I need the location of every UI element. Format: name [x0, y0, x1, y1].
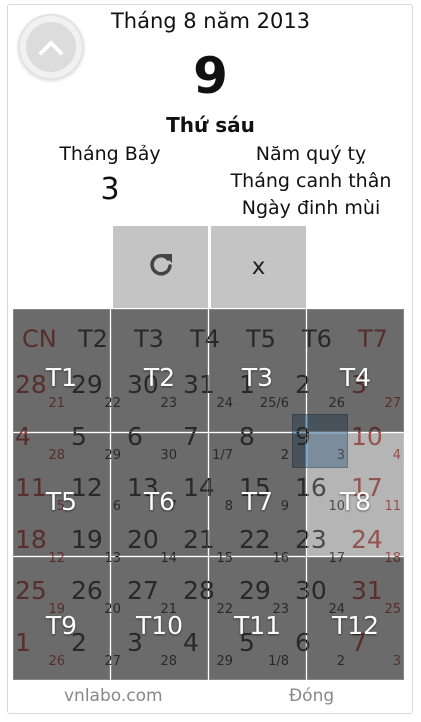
month-title: Tháng 8 năm 2013 — [110, 9, 311, 33]
month-option[interactable]: T1 — [13, 309, 110, 432]
lunar-year-name: Năm quý tỵ — [255, 143, 367, 165]
month-option-label: T10 — [135, 611, 184, 640]
month-option-label: T12 — [331, 611, 380, 640]
month-option-label: T6 — [143, 487, 176, 516]
month-option[interactable]: T7 — [209, 433, 306, 556]
month-option[interactable]: T11 — [209, 557, 306, 680]
month-option[interactable]: T6 — [111, 433, 208, 556]
month-option[interactable]: T12 — [307, 557, 404, 680]
month-option-label: T1 — [45, 363, 78, 392]
month-option-label: T7 — [241, 487, 274, 516]
website-link[interactable]: vnlabo.com — [64, 686, 163, 706]
lunar-month-label: Tháng Bảy — [59, 143, 161, 165]
month-option-label: T9 — [45, 611, 78, 640]
month-option-label: T4 — [339, 363, 372, 392]
selected-day: 9 — [193, 47, 228, 105]
close-button[interactable]: x — [211, 226, 306, 308]
month-option[interactable]: T5 — [13, 433, 110, 556]
month-option-label: T11 — [233, 611, 282, 640]
month-option-label: T3 — [241, 363, 274, 392]
month-option[interactable]: T2 — [111, 309, 208, 432]
refresh-icon — [147, 250, 175, 284]
calendar-grid: CNT2T3T4T5T6T72821292230233124125/622632… — [13, 309, 406, 681]
weekday-label: Thứ sáu — [166, 113, 255, 137]
refresh-button[interactable] — [113, 226, 208, 308]
lunar-day-name: Ngày đinh mùi — [241, 197, 381, 219]
month-option[interactable]: T8 — [307, 433, 404, 556]
month-option-label: T8 — [339, 487, 372, 516]
month-option[interactable]: T4 — [307, 309, 404, 432]
lunar-month-name: Tháng canh thân — [230, 170, 392, 192]
month-option[interactable]: T9 — [13, 557, 110, 680]
close-link[interactable]: Đóng — [289, 686, 334, 706]
month-option[interactable]: T3 — [209, 309, 306, 432]
lunar-day-value: 3 — [100, 172, 120, 207]
month-option-label: T5 — [45, 487, 78, 516]
month-picker: T1 T2 T3 T4 T5 T6 T7 T8 T9 T10 T11 T12 — [13, 309, 406, 681]
month-option-label: T2 — [143, 363, 176, 392]
month-option[interactable]: T10 — [111, 557, 208, 680]
